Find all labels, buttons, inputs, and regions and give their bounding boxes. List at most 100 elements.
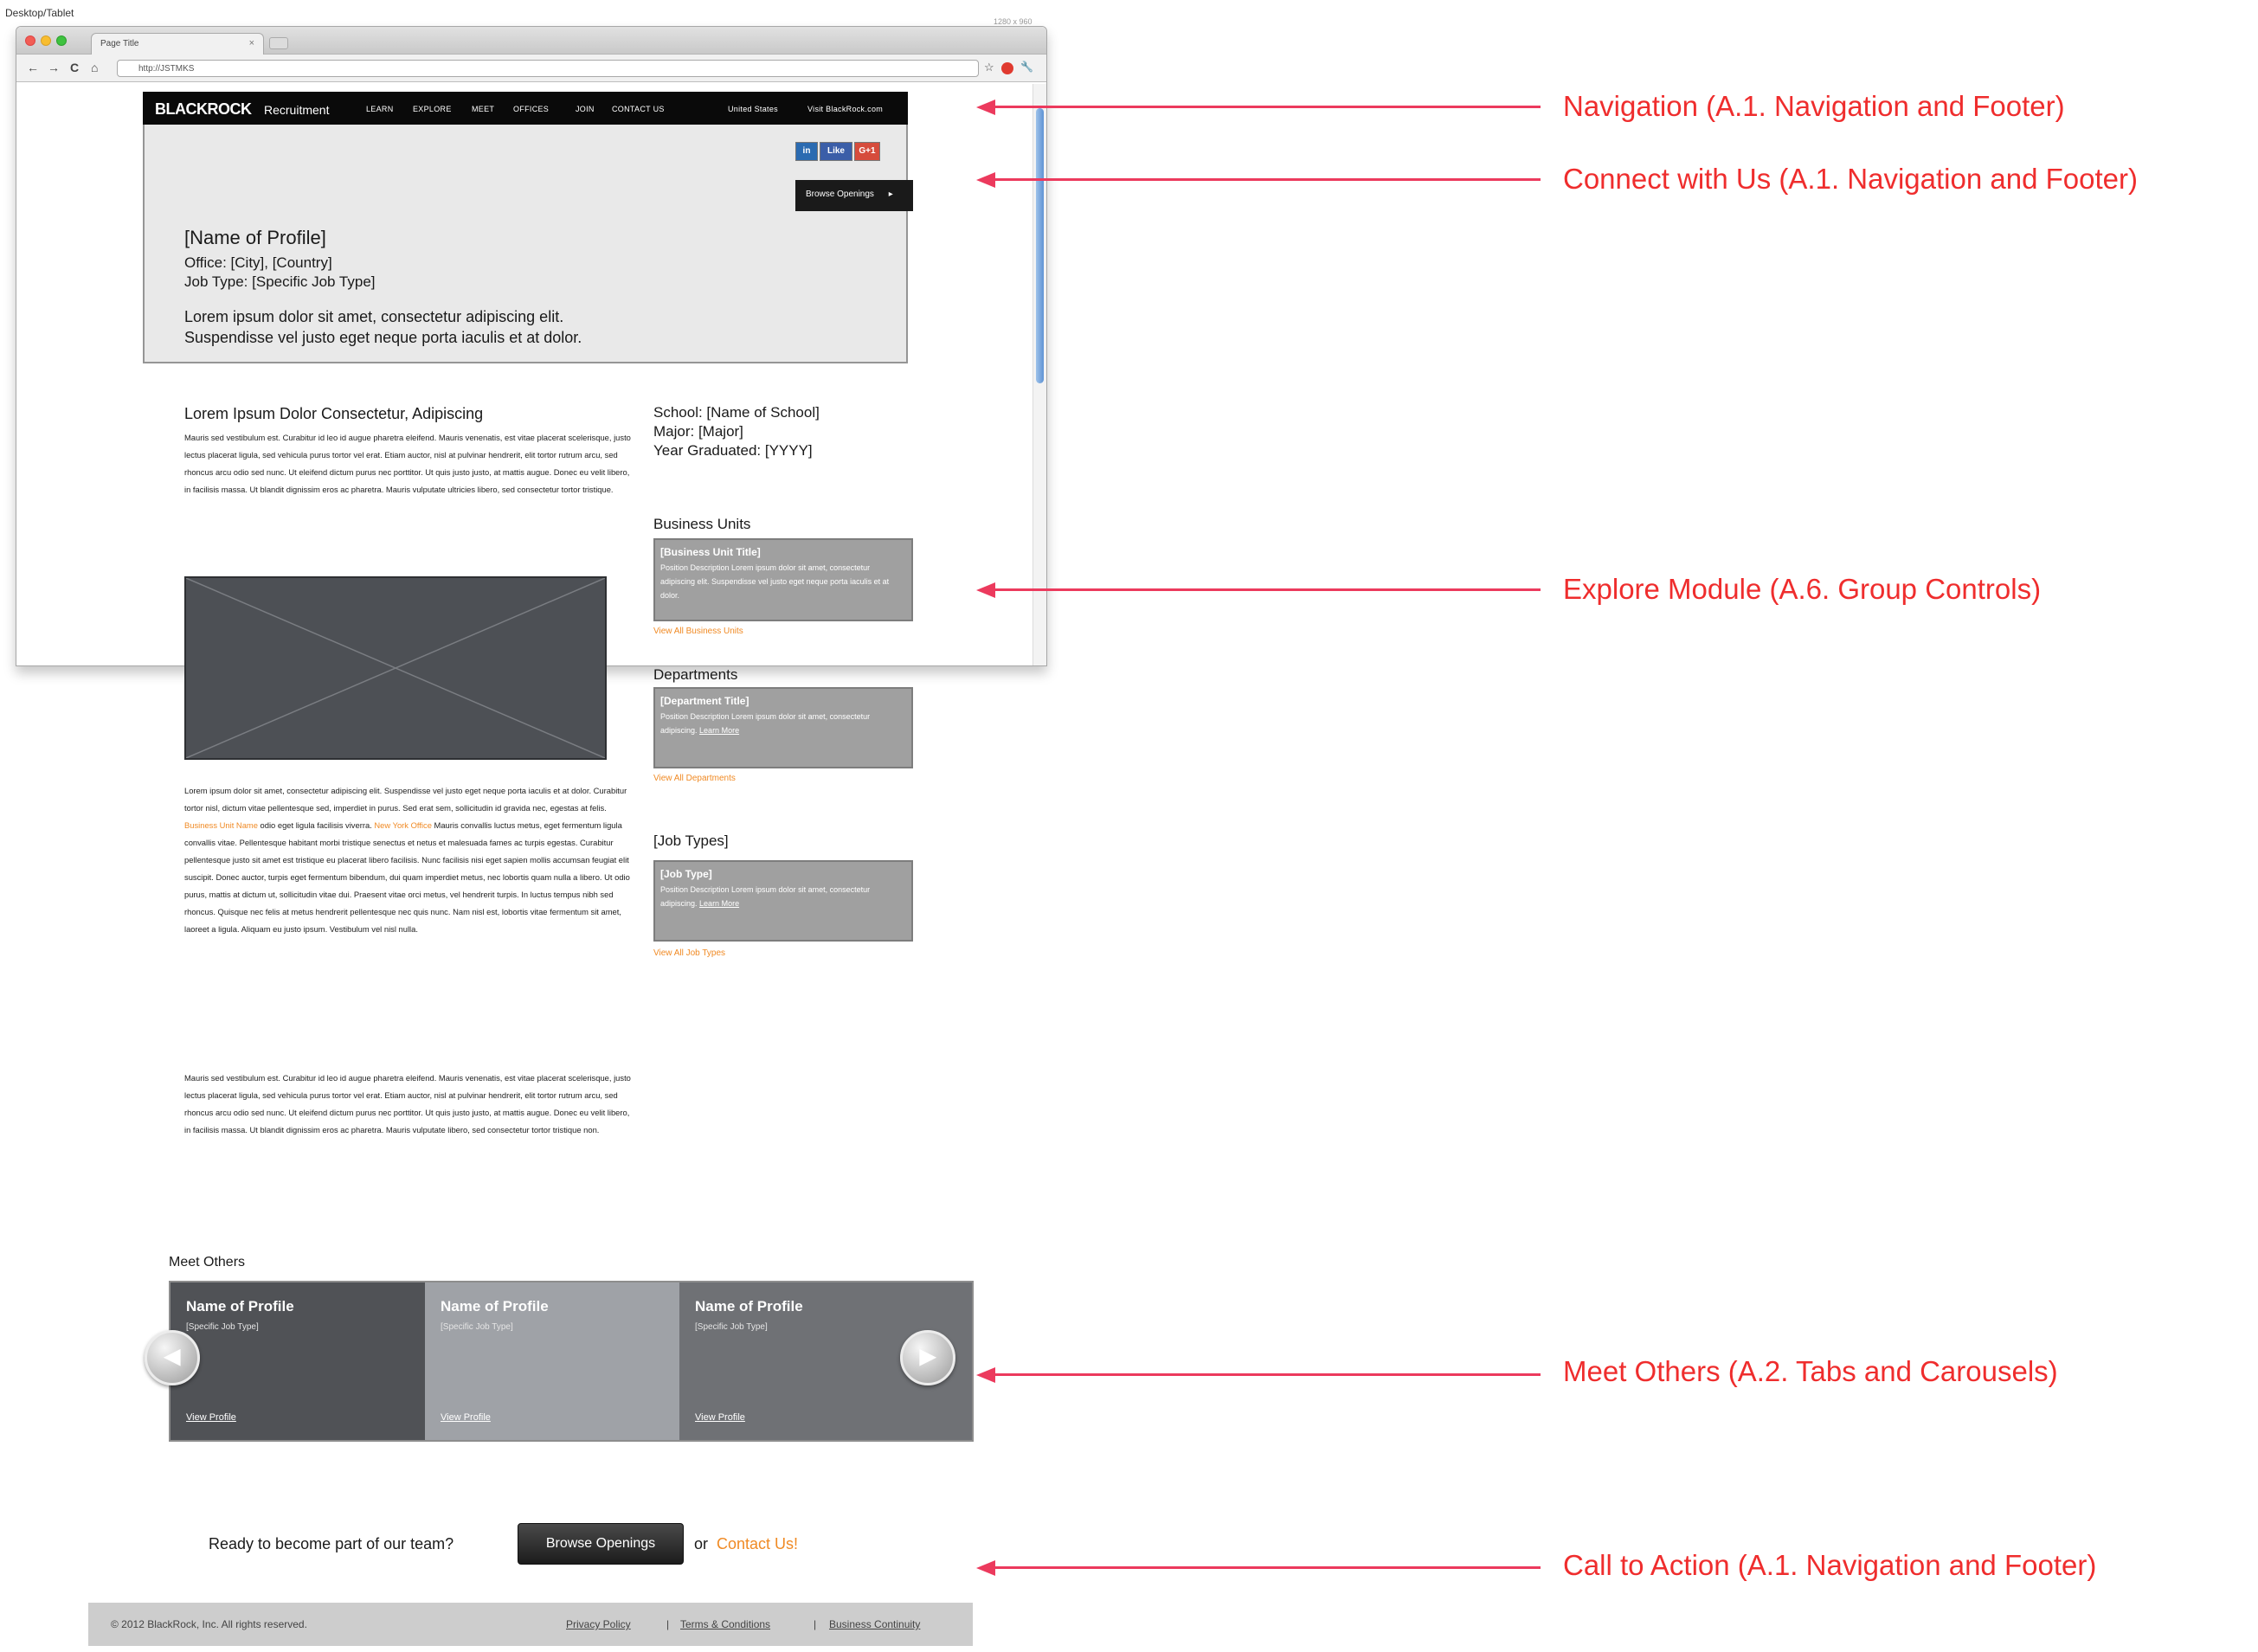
vertical-scrollbar[interactable]	[1033, 84, 1046, 665]
annotation-line	[994, 178, 1541, 181]
nav-item-learn[interactable]: LEARN	[366, 105, 394, 113]
profile-intro: Lorem ipsum dolor sit amet, consectetur …	[184, 306, 669, 348]
department-description: Position Description Lorem ipsum dolor s…	[660, 710, 906, 737]
google-plus-icon[interactable]: G+1	[854, 142, 880, 161]
profile-card[interactable]: Name of Profile [Specific Job Type] View…	[425, 1282, 679, 1440]
browser-tab[interactable]: Page Title ×	[91, 33, 264, 55]
profile-job-type: Job Type: [Specific Job Type]	[184, 273, 376, 290]
carousel-prev-arrow-icon[interactable]: ◀	[145, 1330, 200, 1385]
department-title: [Department Title]	[660, 695, 749, 707]
department-card[interactable]: [Department Title] Position Description …	[653, 687, 913, 768]
browser-tabbar: Page Title ×	[16, 27, 1046, 55]
profile-card-job: [Specific Job Type]	[186, 1322, 259, 1332]
business-unit-card[interactable]: [Business Unit Title] Position Descripti…	[653, 538, 913, 621]
office-link[interactable]: New York Office	[374, 820, 432, 830]
profile-card-name: Name of Profile	[441, 1298, 549, 1315]
new-tab-button[interactable]	[269, 37, 288, 49]
carousel-next-arrow-icon[interactable]: ▶	[900, 1330, 955, 1385]
terms-conditions-link[interactable]: Terms & Conditions	[680, 1618, 770, 1630]
reload-icon[interactable]: C	[70, 61, 79, 74]
profile-card-name: Name of Profile	[186, 1298, 294, 1315]
paragraph-text: odio eget ligula facilisis viverra.	[260, 820, 372, 830]
annotation-meet-others: Meet Others (A.2. Tabs and Carousels)	[1563, 1355, 2058, 1387]
view-profile-link[interactable]: View Profile	[441, 1412, 491, 1423]
cta-or-text: or	[694, 1535, 709, 1552]
nav-item-explore[interactable]: EXPLORE	[413, 105, 452, 113]
business-unit-link[interactable]: Business Unit Name	[184, 820, 258, 830]
business-units-heading: Business Units	[653, 516, 751, 532]
browser-toolbar: ← → C ⌂ http://JSTMKS ☆ 🔧	[16, 55, 1046, 82]
placeholder-cross-icon	[186, 578, 605, 758]
view-profile-link[interactable]: View Profile	[695, 1412, 745, 1423]
annotation-line	[994, 588, 1541, 591]
nav-item-contact-us[interactable]: CONTACT US	[612, 105, 665, 113]
forward-icon[interactable]: →	[48, 61, 60, 74]
footer-separator: |	[666, 1618, 670, 1630]
extension-icon[interactable]	[1001, 62, 1013, 74]
article-paragraph-1: Mauris sed vestibulum est. Curabitur id …	[184, 433, 631, 494]
profile-name: [Name of Profile]	[184, 227, 326, 248]
nav-item-meet[interactable]: MEET	[472, 105, 494, 113]
image-placeholder	[184, 576, 607, 760]
job-type-description: Position Description Lorem ipsum dolor s…	[660, 883, 906, 910]
bookmark-star-icon[interactable]: ☆	[984, 61, 994, 74]
home-icon[interactable]: ⌂	[91, 61, 98, 74]
brand-logo[interactable]: BLACKROCK	[155, 100, 252, 119]
footer-separator: |	[814, 1618, 817, 1630]
scrollbar-thumb[interactable]	[1036, 108, 1044, 383]
privacy-policy-link[interactable]: Privacy Policy	[566, 1618, 631, 1630]
job-types-heading: [Job Types]	[653, 832, 729, 849]
job-type-title: [Job Type]	[660, 868, 712, 880]
article-paragraph-3: Mauris sed vestibulum est. Curabitur id …	[184, 1073, 631, 1135]
resolution-label: 1280 x 960	[994, 17, 1033, 26]
business-unit-title: [Business Unit Title]	[660, 546, 761, 558]
learn-more-link[interactable]: Learn More	[699, 899, 739, 908]
profile-card[interactable]: Name of Profile [Specific Job Type] View…	[170, 1282, 425, 1440]
nav-item-join[interactable]: JOIN	[576, 105, 595, 113]
contact-us-link[interactable]: Contact Us!	[717, 1535, 798, 1553]
external-site-link[interactable]: Visit BlackRock.com	[807, 105, 883, 113]
device-label: Desktop/Tablet	[5, 7, 74, 19]
education-facts: School: [Name of School] Major: [Major] …	[653, 403, 918, 460]
url-text: http://JSTMKS	[138, 64, 195, 74]
view-all-business-units-link[interactable]: View All Business Units	[653, 627, 743, 636]
cta-prompt: Ready to become part of our team?	[209, 1535, 454, 1552]
nav-item-offices[interactable]: OFFICES	[513, 105, 549, 113]
business-continuity-link[interactable]: Business Continuity	[829, 1618, 920, 1630]
job-type-card[interactable]: [Job Type] Position Description Lorem ip…	[653, 860, 913, 942]
minimize-window-icon[interactable]	[41, 35, 51, 46]
address-bar[interactable]: http://JSTMKS	[117, 60, 979, 77]
annotation-arrowhead	[976, 172, 995, 188]
profile-office: Office: [City], [Country]	[184, 254, 332, 271]
browse-openings-button[interactable]: Browse Openings ▸	[795, 180, 913, 211]
annotation-arrowhead	[976, 582, 995, 598]
view-all-job-types-link[interactable]: View All Job Types	[653, 948, 725, 958]
facebook-like-icon[interactable]: Like	[820, 142, 852, 161]
learn-more-link[interactable]: Learn More	[699, 726, 739, 735]
annotation-call-to-action: Call to Action (A.1. Navigation and Foot…	[1563, 1549, 2097, 1581]
profile-card-name: Name of Profile	[695, 1298, 803, 1315]
cta-browse-openings-button[interactable]: Browse Openings	[518, 1523, 684, 1565]
profile-card-job: [Specific Job Type]	[441, 1322, 513, 1332]
annotation-line	[994, 106, 1541, 108]
browse-openings-label: Browse Openings	[806, 190, 874, 199]
linkedin-icon[interactable]: in	[795, 142, 818, 161]
maximize-window-icon[interactable]	[56, 35, 67, 46]
close-window-icon[interactable]	[25, 35, 35, 46]
view-profile-link[interactable]: View Profile	[186, 1412, 236, 1423]
tab-close-icon[interactable]: ×	[249, 38, 254, 48]
tab-title: Page Title	[100, 39, 139, 48]
chevron-right-icon: ▸	[888, 190, 893, 199]
view-all-departments-link[interactable]: View All Departments	[653, 774, 736, 783]
region-selector[interactable]: United States	[728, 105, 778, 113]
back-icon[interactable]: ←	[27, 61, 39, 74]
annotation-explore-module: Explore Module (A.6. Group Controls)	[1563, 573, 2042, 605]
paragraph-text: Mauris convallis luctus metus, eget ferm…	[184, 820, 630, 934]
article-paragraph-2: Lorem ipsum dolor sit amet, consectetur …	[184, 782, 638, 938]
annotation-arrowhead	[976, 1367, 995, 1383]
description-text: Position Description Lorem ipsum dolor s…	[660, 712, 871, 735]
wrench-icon[interactable]: 🔧	[1020, 61, 1033, 73]
annotation-connect-with-us: Connect with Us (A.1. Navigation and Foo…	[1563, 163, 2138, 195]
article-title: Lorem Ipsum Dolor Consectetur, Adipiscin…	[184, 405, 484, 422]
brand-subtitle: Recruitment	[264, 103, 330, 117]
